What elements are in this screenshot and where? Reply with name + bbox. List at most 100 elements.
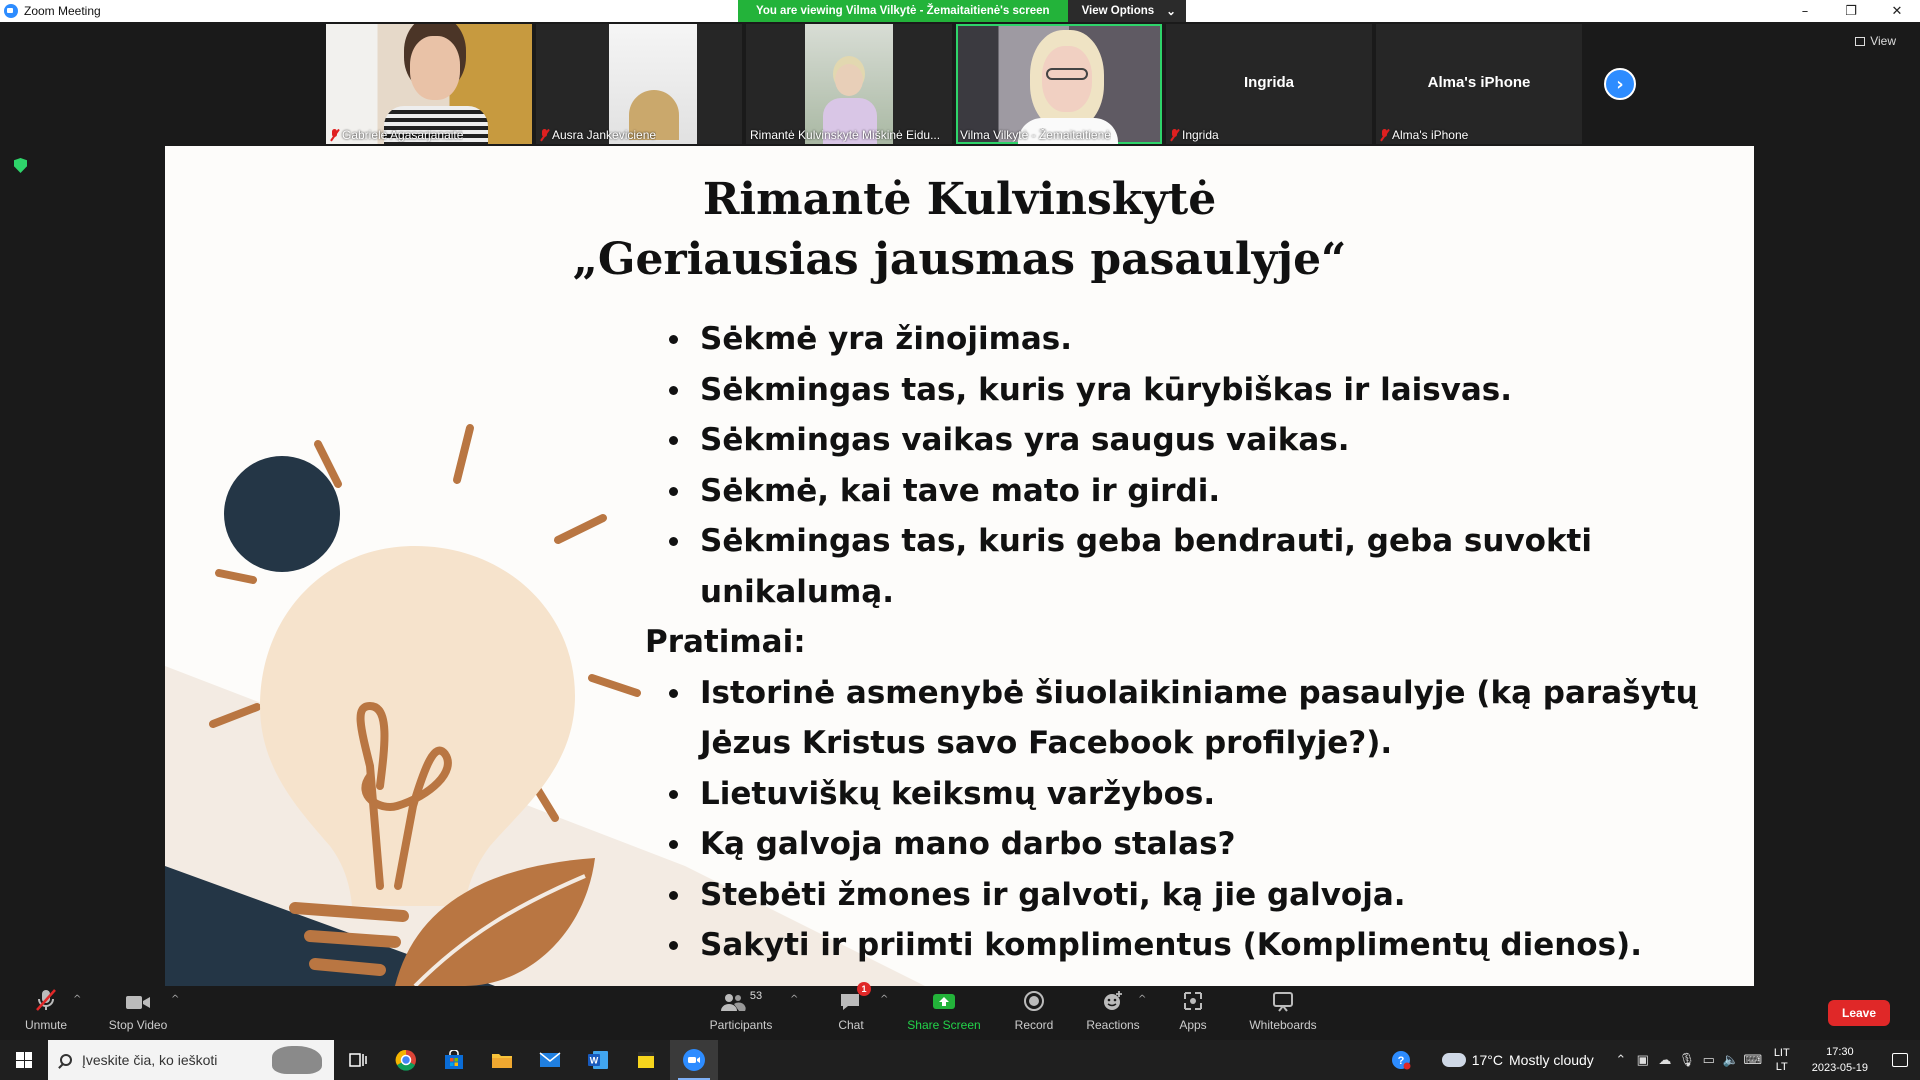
cloudy-weather-icon bbox=[1441, 1047, 1466, 1067]
weather-description: Mostly cloudy bbox=[1509, 1052, 1594, 1068]
volume-icon[interactable]: 🔈 bbox=[1720, 1052, 1742, 1068]
slide-title-name: „Geriausias jausmas pasaulyje“ bbox=[572, 234, 1347, 285]
store-icon[interactable] bbox=[430, 1040, 478, 1080]
taskbar-search-box[interactable]: Įveskite čia, ko ieškoti bbox=[48, 1040, 334, 1080]
bullet-item: Sėkmingas tas, kuris yra kūrybiškas ir l… bbox=[645, 365, 1725, 416]
bullet-item: Sėkmė yra žinojimas. bbox=[645, 314, 1725, 365]
input-language-indicator[interactable]: LIT LT bbox=[1774, 1046, 1790, 1074]
unmute-button[interactable]: Unmute bbox=[20, 986, 72, 1040]
chat-button[interactable]: 1 Chat bbox=[828, 982, 874, 1040]
record-label: Record bbox=[1014, 1018, 1054, 1032]
participant-name: Ausra Jankeviciene bbox=[552, 128, 657, 142]
participant-name: Alma's iPhone bbox=[1392, 128, 1469, 142]
record-button[interactable]: Record bbox=[1010, 986, 1058, 1040]
microphone-icon[interactable]: 🎙 bbox=[1676, 1052, 1698, 1068]
chat-caret-icon[interactable]: ^ bbox=[880, 994, 888, 1005]
notification-center-icon[interactable] bbox=[1880, 1053, 1920, 1067]
close-button[interactable]: ✕ bbox=[1874, 0, 1920, 22]
participant-video bbox=[958, 26, 1160, 144]
bullet-item: Sėkmingas tas, kuris geba bendrauti, geb… bbox=[645, 516, 1725, 617]
apps-button[interactable]: Apps bbox=[1170, 986, 1216, 1040]
bullet-item: Istorinė asmenybė šiuolaikiniame pasauly… bbox=[645, 668, 1725, 769]
zoom-icon[interactable] bbox=[670, 1040, 718, 1080]
share-screen-button[interactable]: Share Screen bbox=[906, 986, 982, 1040]
sticky-notes-icon[interactable] bbox=[622, 1040, 670, 1080]
participant-tile-active[interactable]: Vilma Vilkytė - Žemaitaitienė bbox=[956, 24, 1162, 144]
help-icon[interactable]: ? bbox=[1390, 1050, 1412, 1070]
audio-options-caret-icon[interactable]: ^ bbox=[73, 994, 81, 1005]
chat-label: Chat bbox=[838, 1018, 864, 1032]
video-options-caret-icon[interactable]: ^ bbox=[171, 994, 179, 1005]
view-label: View bbox=[1870, 34, 1896, 48]
participant-name: Gabrielė Agasarjanaitė bbox=[342, 128, 464, 142]
participant-video bbox=[326, 24, 532, 144]
stop-video-button[interactable]: Stop Video bbox=[106, 986, 170, 1040]
onedrive-cloud-icon[interactable]: ☁ bbox=[1654, 1052, 1676, 1068]
participant-tile[interactable]: Gabrielė Agasarjanaitė bbox=[326, 24, 532, 144]
participant-name: Vilma Vilkytė - Žemaitaitienė bbox=[960, 128, 1111, 142]
restore-button[interactable]: ❐ bbox=[1828, 0, 1874, 22]
share-banner-message: You are viewing Vilma Vilkytė - Žemaitai… bbox=[738, 0, 1068, 22]
participant-tile[interactable]: Ausra Jankeviciene bbox=[536, 24, 742, 144]
taskbar-clock[interactable]: 17:30 2023-05-19 bbox=[1812, 1044, 1868, 1076]
share-screen-icon bbox=[931, 986, 957, 1012]
reactions-label: Reactions bbox=[1086, 1018, 1140, 1032]
next-page-arrow-icon[interactable]: › bbox=[1604, 68, 1636, 100]
language-bottom: LT bbox=[1775, 1061, 1788, 1073]
encryption-shield-icon[interactable] bbox=[14, 158, 27, 173]
participant-name: Ingrida bbox=[1182, 128, 1219, 142]
svg-text:?: ? bbox=[1397, 1055, 1404, 1067]
bullet-item: Lietuviškų keiksmų varžybos. bbox=[645, 769, 1725, 820]
battery-icon[interactable]: ▭ bbox=[1698, 1052, 1720, 1068]
keyboard-icon[interactable]: ⌨ bbox=[1742, 1052, 1764, 1068]
title-bar: Zoom Meeting You are viewing Vilma Vilky… bbox=[0, 0, 1920, 22]
share-banner: You are viewing Vilma Vilkytė - Žemaitai… bbox=[738, 0, 1186, 22]
view-options-button[interactable]: View Options ⌄ bbox=[1067, 0, 1186, 22]
chrome-icon[interactable] bbox=[382, 1040, 430, 1080]
reactions-caret-icon[interactable]: ^ bbox=[1138, 994, 1146, 1005]
video-camera-icon bbox=[125, 986, 151, 1012]
window-controls: – ❐ ✕ bbox=[1782, 0, 1920, 22]
shared-screen-slide: Rimantė Kulvinskytė „Geriausias jausmas … bbox=[165, 146, 1754, 986]
windows-logo-icon bbox=[16, 1052, 32, 1068]
meet-now-icon[interactable]: ▣ bbox=[1632, 1052, 1654, 1068]
whiteboards-label: Whiteboards bbox=[1249, 1018, 1317, 1032]
participant-tile[interactable]: Rimantė Kulvinskytė Miškinė Eidu... bbox=[746, 24, 952, 144]
participant-tile[interactable]: Ingrida Ingrida bbox=[1166, 24, 1372, 144]
whiteboards-button[interactable]: Whiteboards bbox=[1246, 986, 1320, 1040]
leave-button[interactable]: Leave bbox=[1828, 1000, 1890, 1026]
zoom-app-icon bbox=[4, 4, 18, 18]
clock-time: 17:30 bbox=[1826, 1046, 1854, 1058]
weather-widget[interactable]: 17°C Mostly cloudy bbox=[1441, 1047, 1594, 1068]
chat-bubble-icon: 1 bbox=[839, 982, 871, 1012]
slide-body: Sėkmė yra žinojimas. Sėkmingas tas, kuri… bbox=[645, 314, 1725, 971]
svg-text:W: W bbox=[590, 1056, 599, 1066]
task-view-icon[interactable] bbox=[334, 1040, 382, 1080]
participants-caret-icon[interactable]: ^ bbox=[790, 994, 798, 1005]
windows-start-button[interactable] bbox=[0, 1040, 48, 1080]
participant-tile[interactable]: Alma's iPhone Alma's iPhone bbox=[1376, 24, 1582, 144]
mic-muted-icon bbox=[34, 986, 58, 1012]
chat-unread-badge: 1 bbox=[857, 982, 871, 996]
participants-button[interactable]: 53 Participants bbox=[704, 986, 778, 1040]
search-highlight-image bbox=[272, 1046, 322, 1074]
mail-icon[interactable] bbox=[526, 1040, 574, 1080]
reactions-button[interactable]: Reactions bbox=[1084, 986, 1142, 1040]
smiley-plus-icon bbox=[1102, 986, 1124, 1012]
mic-muted-icon bbox=[1380, 129, 1389, 141]
clock-date: 2023-05-19 bbox=[1811, 1062, 1868, 1074]
participants-icon bbox=[720, 994, 746, 1011]
file-explorer-icon[interactable] bbox=[478, 1040, 526, 1080]
search-icon bbox=[60, 1054, 72, 1066]
participant-video bbox=[805, 24, 893, 144]
window-title: Zoom Meeting bbox=[24, 4, 101, 18]
bullet-item: Ką galvoja mano darbo stalas? bbox=[645, 819, 1725, 870]
word-icon[interactable]: W bbox=[574, 1040, 622, 1080]
minimize-button[interactable]: – bbox=[1782, 0, 1828, 22]
system-tray: ? 17°C Mostly cloudy ⌃ ▣ ☁ 🎙 ▭ 🔈 ⌨ LIT L… bbox=[1390, 1040, 1920, 1080]
view-button[interactable]: View bbox=[1855, 34, 1896, 48]
unmute-label: Unmute bbox=[24, 1018, 68, 1032]
chevron-down-icon: ⌄ bbox=[1166, 6, 1176, 18]
language-top: LIT bbox=[1773, 1047, 1790, 1059]
chevron-up-icon[interactable]: ⌃ bbox=[1610, 1052, 1632, 1068]
